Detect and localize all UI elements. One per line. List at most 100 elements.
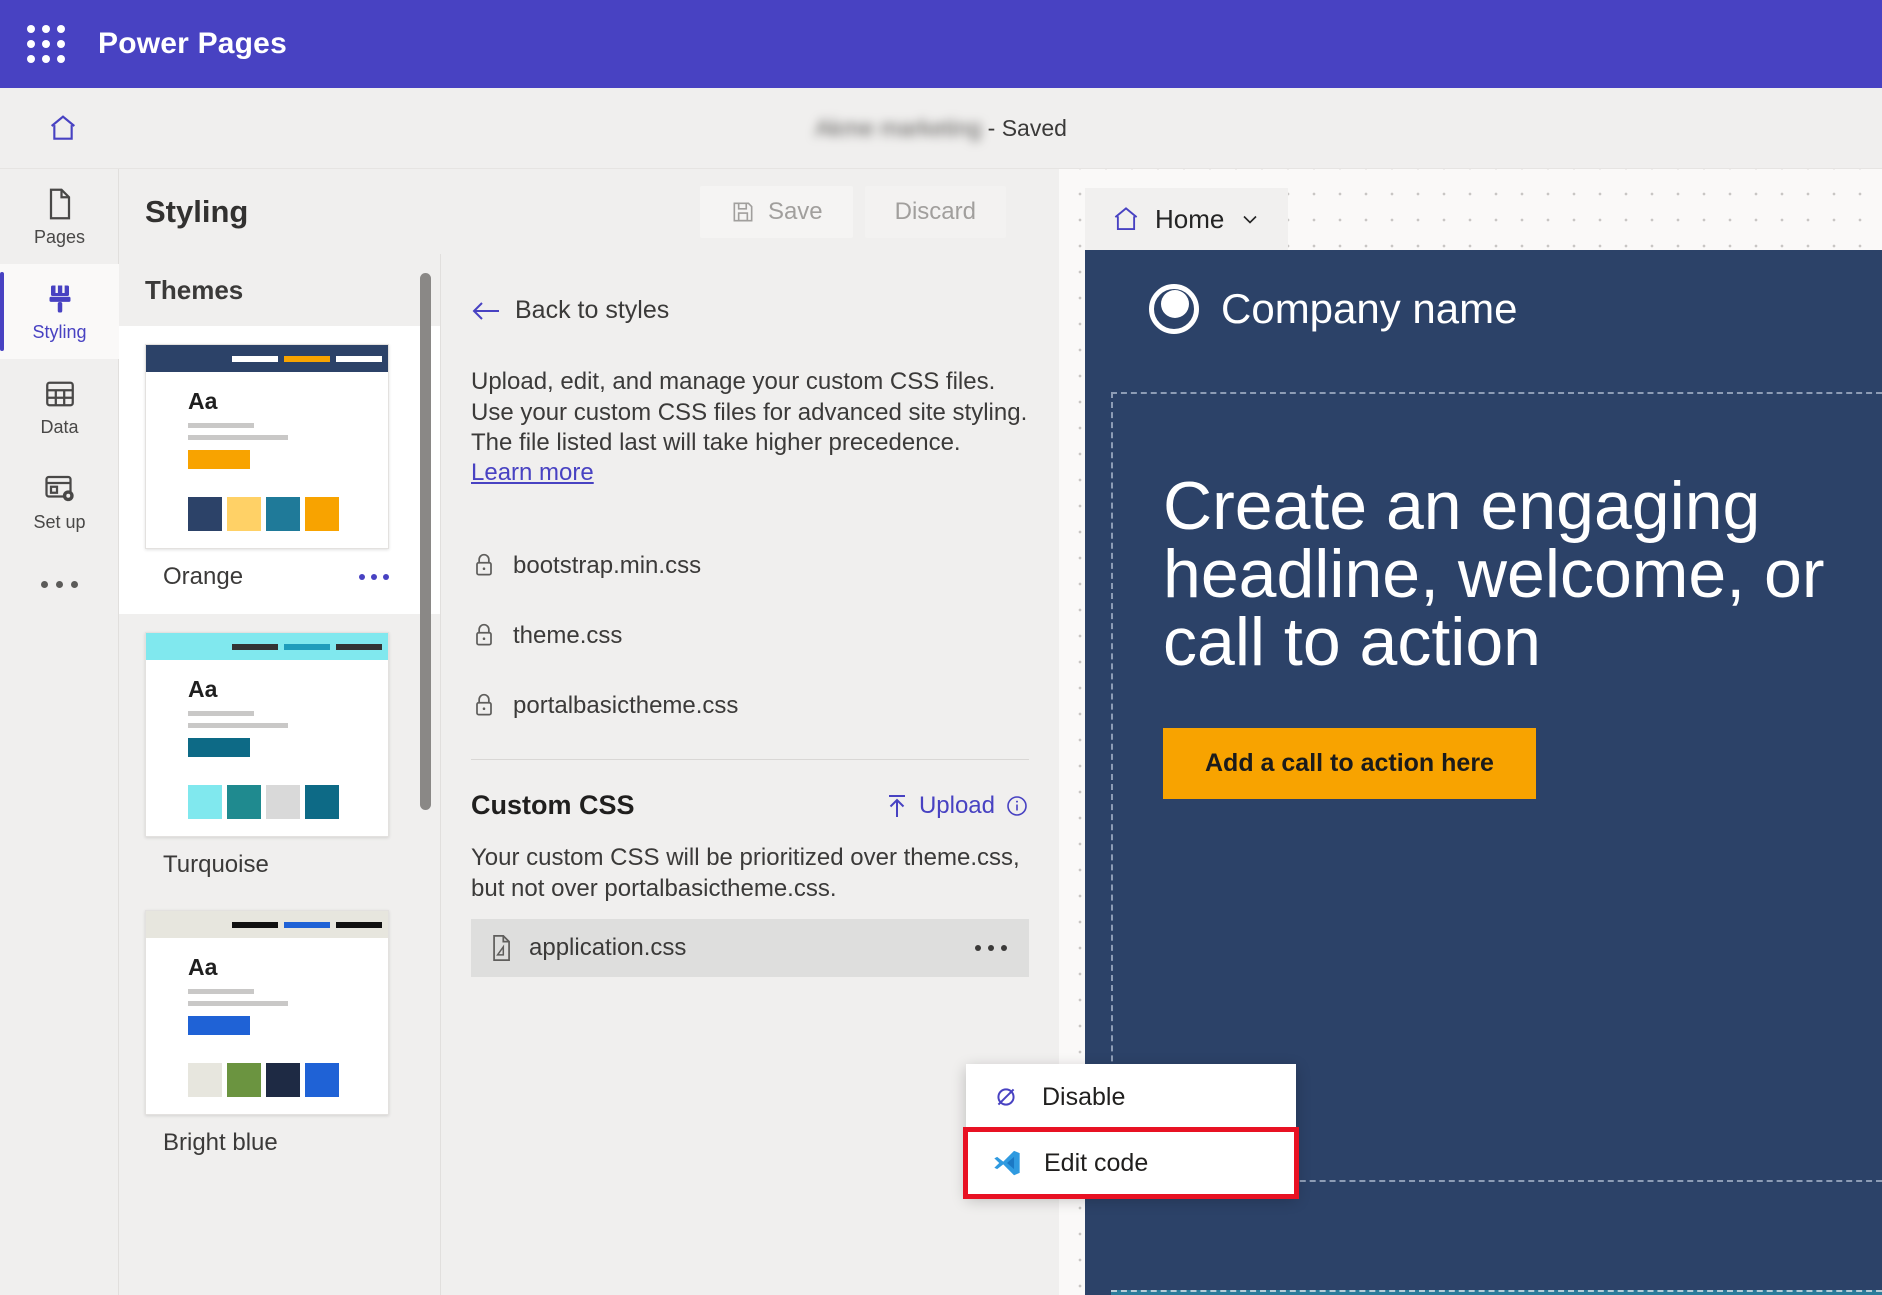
sidebar-item-label: Pages <box>33 226 86 247</box>
theme-name-row: Turquoise <box>145 837 389 892</box>
page-tab-label: Home <box>1155 203 1225 234</box>
theme-card-turquoise[interactable]: Aa <box>145 632 389 837</box>
sidebar-item-label: Styling <box>32 321 87 342</box>
app-title: Power Pages <box>98 27 287 60</box>
lock-icon <box>471 552 497 580</box>
sidebar-item-styling[interactable]: Styling <box>0 264 119 359</box>
theme-entry: Aa Turquoise <box>119 614 440 892</box>
top-bar: Power Pages <box>0 0 1882 88</box>
page-icon <box>42 186 78 222</box>
command-bar: Akme marketing - Saved <box>0 88 1882 169</box>
list-item[interactable]: bootstrap.min.css <box>441 531 1059 601</box>
css-file-icon <box>487 933 515 963</box>
file-name: bootstrap.min.css <box>513 552 702 580</box>
custom-css-file-overflow-button[interactable] <box>975 944 1007 951</box>
left-rail: Pages Styling Data Set up <box>0 169 119 1295</box>
lock-icon <box>471 692 497 720</box>
info-circle-icon[interactable] <box>1005 794 1029 818</box>
site-name: Akme marketing <box>815 114 982 141</box>
save-button[interactable]: Save <box>699 185 853 238</box>
file-name: theme.css <box>513 622 623 650</box>
themes-scrollbar[interactable] <box>420 273 431 810</box>
styling-panel-header: Styling Save Discard <box>119 169 1059 254</box>
site-header: Company name <box>1085 250 1882 368</box>
theme-card-swatches <box>188 785 339 819</box>
custom-css-file-name: application.css <box>529 933 687 961</box>
site-status: Akme marketing - Saved <box>0 115 1882 142</box>
back-to-styles-label: Back to styles <box>515 296 670 324</box>
sidebar-item-pages[interactable]: Pages <box>0 169 119 264</box>
theme-entry: Aa Bright blue <box>119 892 440 1170</box>
list-item[interactable]: theme.css <box>441 601 1059 671</box>
lock-icon <box>471 622 497 650</box>
power-pages-app: Power Pages Akme marketing - Saved Pages <box>0 0 1882 1295</box>
secondary-section[interactable] <box>1111 1290 1882 1295</box>
theme-card-navbar <box>146 911 388 938</box>
setup-icon <box>42 471 78 507</box>
custom-css-title: Custom CSS <box>471 790 635 821</box>
panel-actions: Save Discard <box>699 185 1006 238</box>
sidebar-overflow-button[interactable] <box>0 549 119 619</box>
menu-item-label: Disable <box>1042 1082 1126 1111</box>
theme-card-orange[interactable]: Aa <box>145 344 389 549</box>
theme-card-swatches <box>188 1063 339 1097</box>
menu-item-label: Edit code <box>1044 1148 1149 1177</box>
theme-card-bright-blue[interactable]: Aa <box>145 910 389 1115</box>
upload-label: Upload <box>918 791 995 819</box>
hero-headline: Create an engaging headline, welcome, or… <box>1163 468 1825 680</box>
file-name: portalbasictheme.css <box>513 692 739 720</box>
save-disk-icon <box>730 199 756 225</box>
theme-name: Turquoise <box>163 850 269 878</box>
custom-css-note: Your custom CSS will be prioritized over… <box>471 844 1020 902</box>
section-divider <box>471 759 1029 761</box>
save-status: - Saved <box>981 114 1067 141</box>
save-label: Save <box>767 197 823 225</box>
themes-header: Themes <box>145 274 244 305</box>
theme-name-row: Bright blue <box>145 1115 389 1170</box>
waffle-grid-icon[interactable] <box>20 18 72 70</box>
discard-button[interactable]: Discard <box>864 185 1006 238</box>
back-to-styles-link[interactable]: Back to styles <box>471 296 1059 325</box>
theme-card-swatches <box>188 497 339 531</box>
learn-more-link[interactable]: Learn more <box>471 459 594 487</box>
eye-off-icon <box>992 1083 1020 1111</box>
sidebar-item-label: Set up <box>33 511 86 532</box>
theme-entry: Aa Orange <box>119 326 440 614</box>
context-menu: Disable Edit code <box>963 1064 1299 1199</box>
home-icon[interactable] <box>40 105 86 151</box>
theme-card-navbar <box>146 633 388 660</box>
page-tab-home[interactable]: Home <box>1085 188 1289 250</box>
arrow-left-icon <box>471 298 501 324</box>
home-icon <box>1111 204 1141 234</box>
list-item[interactable]: portalbasictheme.css <box>441 671 1059 741</box>
theme-card-navbar <box>146 345 388 372</box>
custom-css-description: Upload, edit, and manage your custom CSS… <box>471 368 1028 457</box>
paintbrush-icon <box>42 281 78 317</box>
page-title: Styling <box>145 193 249 229</box>
theme-overflow-button[interactable] <box>359 573 389 580</box>
upload-button[interactable]: Upload <box>885 792 1029 820</box>
cta-button[interactable]: Add a call to action here <box>1163 728 1536 799</box>
theme-name: Bright blue <box>163 1128 278 1156</box>
menu-item-edit-code[interactable]: Edit code <box>963 1127 1299 1199</box>
sidebar-item-label: Data <box>40 416 79 437</box>
menu-item-disable[interactable]: Disable <box>966 1064 1296 1130</box>
themes-column: Themes Aa Orange Aa Turquoise Aa Bright … <box>119 254 441 1295</box>
custom-css-file-row[interactable]: application.css <box>471 918 1029 977</box>
discard-label: Discard <box>894 197 976 225</box>
theme-card-sample-text: Aa <box>188 676 218 702</box>
custom-css-header: Custom CSS Upload <box>471 790 1029 821</box>
circle-logo-icon <box>1149 284 1199 334</box>
table-icon <box>42 376 78 412</box>
theme-name: Orange <box>163 562 244 590</box>
upload-arrow-icon <box>885 793 909 819</box>
theme-name-row: Orange <box>145 549 389 604</box>
chevron-down-icon[interactable] <box>1238 207 1262 231</box>
sidebar-item-data[interactable]: Data <box>0 359 119 454</box>
theme-card-sample-text: Aa <box>188 954 218 980</box>
sidebar-item-setup[interactable]: Set up <box>0 454 119 549</box>
company-name: Company name <box>1221 285 1518 332</box>
theme-card-sample-text: Aa <box>188 388 218 414</box>
vscode-icon <box>992 1148 1022 1178</box>
locked-file-list: bootstrap.min.css theme.css portalbasict… <box>441 531 1059 741</box>
